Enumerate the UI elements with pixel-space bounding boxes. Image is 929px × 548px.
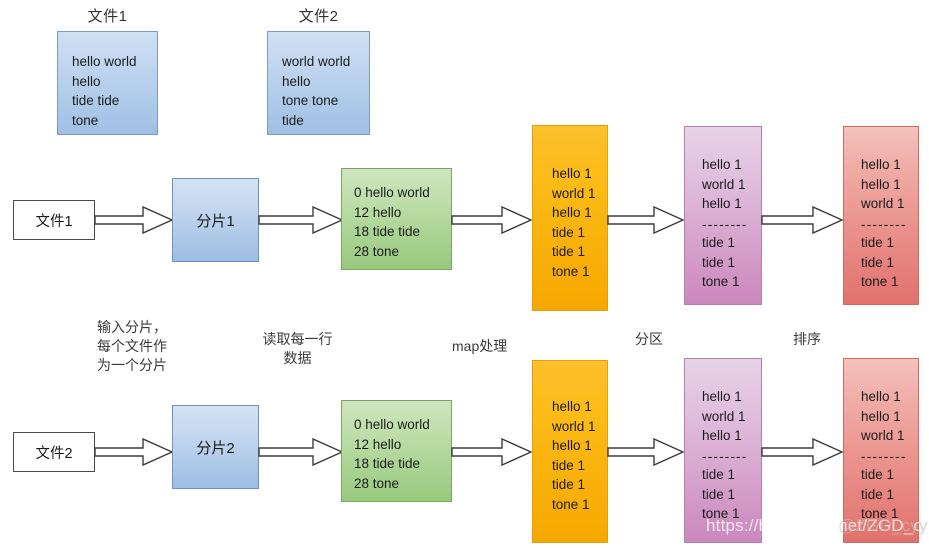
input-file-box-1: 文件1	[13, 200, 95, 240]
partition-group-a-2: hello 1 world 1 hello 1	[702, 389, 746, 443]
flow-arrow-1a	[94, 205, 174, 235]
sorted-separator-1: --------	[861, 217, 907, 232]
split-box-2: 分片2	[172, 405, 259, 489]
source-file-title-2: 文件2	[298, 8, 339, 25]
stage-label-partition: 分区	[635, 331, 663, 347]
partition-group-a-1: hello 1 world 1 hello 1	[702, 157, 746, 211]
flow-arrow-2a	[94, 437, 174, 467]
partition-box-1: hello 1 world 1 hello 1 -------- tide 1 …	[684, 126, 762, 305]
stage-label-read-line: 读取每一行 数据	[262, 331, 333, 366]
input-file-label-1: 文件1	[35, 213, 73, 230]
source-file-box-2: world world hello tone tone tide	[267, 31, 370, 135]
flow-arrow-2d	[607, 437, 685, 467]
records-box-1: 0 hello world 12 hello 18 tide tide 28 t…	[341, 168, 452, 270]
split-label-1: 分片1	[196, 212, 235, 230]
partition-box-2: hello 1 world 1 hello 1 -------- tide 1 …	[684, 358, 762, 543]
split-label-2: 分片2	[196, 439, 235, 457]
sorted-box-1: hello 1 hello 1 world 1 -------- tide 1 …	[843, 126, 919, 305]
sorted-separator-2: --------	[861, 449, 907, 464]
flow-arrow-1b	[258, 205, 344, 235]
stage-label-sort: 排序	[793, 331, 821, 347]
records-content-1: 0 hello world 12 hello 18 tide tide 28 t…	[354, 185, 430, 259]
partition-group-b-1: tide 1 tide 1 tone 1	[702, 235, 740, 289]
sorted-group-b-2: tide 1 tide 1 tone 1	[861, 467, 899, 521]
flow-arrow-1c	[451, 205, 533, 235]
partition-separator-1: --------	[702, 217, 748, 232]
flow-arrow-1e	[761, 205, 844, 235]
split-box-1: 分片1	[172, 178, 259, 262]
flow-arrow-2e	[761, 437, 844, 467]
flow-arrow-2c	[451, 437, 533, 467]
partition-separator-2: --------	[702, 449, 748, 464]
input-file-box-2: 文件2	[13, 432, 95, 472]
source-file-content-2: world world hello tone tone tide	[282, 54, 351, 128]
stage-label-map: map处理	[452, 338, 508, 354]
source-file-content-1: hello world hello tide tide tone	[72, 54, 137, 128]
sorted-box-2: hello 1 hello 1 world 1 -------- tide 1 …	[843, 358, 919, 543]
sorted-group-a-2: hello 1 hello 1 world 1	[861, 389, 905, 443]
map-output-content-1: hello 1 world 1 hello 1 tide 1 tide 1 to…	[552, 166, 596, 279]
map-output-box-2: hello 1 world 1 hello 1 tide 1 tide 1 to…	[532, 360, 608, 543]
source-file-title-1: 文件1	[87, 8, 128, 25]
partition-group-b-2: tide 1 tide 1 tone 1	[702, 467, 740, 521]
stage-label-input-split: 输入分片， 每个文件作 为一个分片	[97, 319, 167, 373]
input-file-label-2: 文件2	[35, 445, 73, 462]
map-output-box-1: hello 1 world 1 hello 1 tide 1 tide 1 to…	[532, 125, 608, 311]
map-output-content-2: hello 1 world 1 hello 1 tide 1 tide 1 to…	[552, 399, 596, 512]
flow-arrow-1d	[607, 205, 685, 235]
source-file-box-1: hello world hello tide tide tone	[57, 31, 158, 135]
records-content-2: 0 hello world 12 hello 18 tide tide 28 t…	[354, 417, 430, 491]
flow-arrow-2b	[258, 437, 344, 467]
sorted-group-b-1: tide 1 tide 1 tone 1	[861, 235, 899, 289]
records-box-2: 0 hello world 12 hello 18 tide tide 28 t…	[341, 400, 452, 502]
mapreduce-diagram: 文件1 hello world hello tide tide tone 文件2…	[0, 0, 929, 548]
sorted-group-a-1: hello 1 hello 1 world 1	[861, 157, 905, 211]
